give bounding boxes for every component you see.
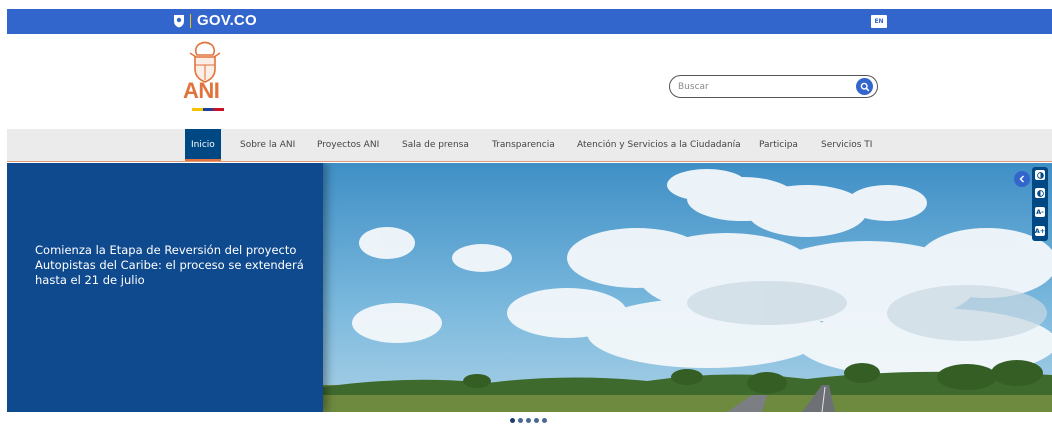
gov-co-text: GOV.CO [197, 12, 257, 29]
contrast-button[interactable] [1035, 170, 1045, 180]
carousel-dot-4[interactable] [534, 418, 539, 423]
flag-blue [202, 108, 214, 111]
chevron-left-icon [1019, 175, 1024, 183]
accessibility-buttons: A- A+ [1032, 167, 1048, 241]
nav-item-inicio[interactable]: Inicio [185, 129, 221, 161]
contrast-invert-button[interactable] [1035, 188, 1045, 198]
search-button[interactable] [856, 78, 873, 95]
nav-item-participa[interactable]: Participa [759, 129, 798, 161]
search-input[interactable] [678, 79, 848, 94]
carousel-dot-1[interactable] [510, 418, 515, 423]
carousel-indicators [510, 418, 547, 423]
nav-item-sobre-la-ani[interactable]: Sobre la ANI [240, 129, 295, 161]
flag-yellow [192, 108, 203, 111]
accessibility-collapse-button[interactable] [1014, 171, 1030, 187]
slide-caption[interactable]: Comienza la Etapa de Reversión del proye… [35, 243, 305, 288]
search-icon [860, 82, 869, 91]
logo-separator [190, 13, 191, 28]
hero-slider[interactable]: Comienza la Etapa de Reversión del proye… [7, 163, 1052, 412]
language-button[interactable]: EN [871, 15, 887, 28]
nav-item-transparencia[interactable]: Transparencia [492, 129, 555, 161]
shield-icon [174, 14, 184, 27]
contrast-icon [1036, 171, 1044, 179]
main-navigation: Inicio Sobre la ANI Proyectos ANI Sala d… [7, 129, 1052, 162]
contrast-invert-icon [1036, 189, 1044, 197]
search-box [669, 75, 878, 98]
carousel-dot-5[interactable] [542, 418, 547, 423]
carousel-dot-2[interactable] [518, 418, 523, 423]
nav-item-atencion-ciudadania[interactable]: Atención y Servicios a la Ciudadanía [577, 129, 741, 161]
flag-red [213, 108, 225, 111]
gov-co-bar: GOV.CO EN [7, 9, 1052, 34]
nav-item-sala-de-prensa[interactable]: Sala de prensa [402, 129, 469, 161]
slide-caption-panel: Comienza la Etapa de Reversión del proye… [7, 163, 323, 412]
flag-stripe [192, 108, 225, 111]
nav-item-servicios-ti[interactable]: Servicios TI [821, 129, 872, 161]
gov-co-logo[interactable]: GOV.CO [173, 12, 257, 29]
font-increase-button[interactable]: A+ [1035, 226, 1045, 236]
nav-item-proyectos-ani[interactable]: Proyectos ANI [317, 129, 379, 161]
carousel-dot-3[interactable] [526, 418, 531, 423]
font-decrease-button[interactable]: A- [1035, 207, 1045, 217]
ani-logo-text[interactable]: ANI [183, 78, 220, 104]
